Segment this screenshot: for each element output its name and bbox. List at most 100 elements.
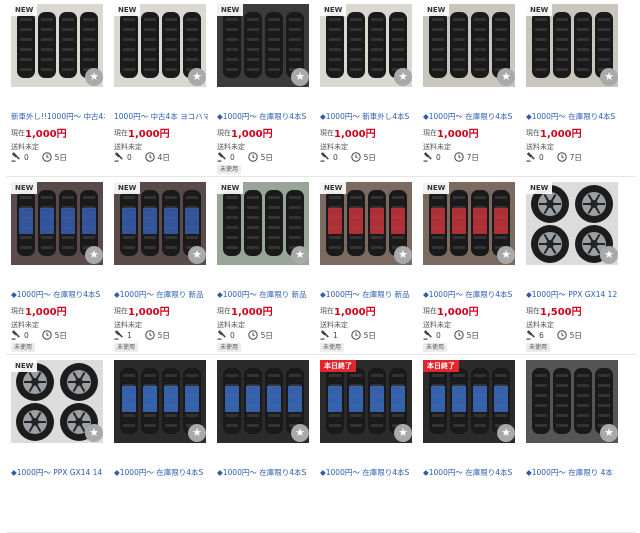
listing-card[interactable]: NEW ★ ◆1000円〜 PPX GX14 14 [6, 358, 103, 528]
listing-title[interactable]: ◆1000円〜 在庫限り4本S [217, 467, 311, 478]
listing-card[interactable]: NEW ★ ◆1000円〜 在庫限り4本S 現在 1,000円 送料未定 0 5日 未使用 [418, 180, 517, 352]
star-icon[interactable]: ★ [600, 424, 618, 442]
listing-card[interactable]: NEW ★ ◆1000円〜 在庫限り 新品 現在 1,000円 送料未定 1 5日 未使用 [109, 180, 208, 352]
star-icon[interactable]: ★ [188, 246, 206, 264]
listing-card[interactable]: NEW ★ ◆1000円〜 在庫限り4本S 現在 1,000円 送料未定 0 7日 [521, 2, 618, 172]
current-price: 1,000円 [437, 129, 479, 140]
current-price: 1,000円 [334, 307, 376, 318]
star-icon[interactable]: ★ [85, 246, 103, 264]
listing-title[interactable]: ◆1000円〜 在庫限り4本S [423, 467, 517, 478]
current-price: 1,500円 [540, 307, 582, 318]
condition-tag: 未使用 [217, 343, 242, 352]
listing-card[interactable]: NEW ★ ◆1000円〜 在庫限り4本S 現在 1,000円 送料未定 0 5日 未使用 [6, 180, 105, 352]
condition-tag: 未使用 [320, 343, 345, 352]
star-icon[interactable]: ★ [497, 68, 515, 86]
listing-meta: 0 7日 [423, 152, 479, 163]
clock-icon [453, 152, 464, 162]
listing-title[interactable]: ◆1000円〜 PPX GX14 14 [11, 467, 105, 478]
bid-count: 0 [230, 153, 235, 162]
gavel-icon [217, 152, 227, 162]
star-icon[interactable]: ★ [188, 424, 206, 442]
gavel-icon [320, 330, 330, 340]
star-icon[interactable]: ★ [291, 68, 309, 86]
star-icon[interactable]: ★ [85, 68, 103, 86]
listing-card[interactable]: 本日終了 ★ ◆1000円〜 在庫限り4本S [418, 358, 515, 528]
star-icon[interactable]: ★ [85, 424, 103, 442]
listing-card[interactable]: ★ ◆1000円〜 在庫限り 4本 [521, 358, 618, 528]
listing-meta: 0 7日 [526, 152, 582, 163]
price-label: 現在 [114, 129, 128, 137]
listing-card[interactable]: ★ ◆1000円〜 在庫限り4本S [212, 358, 309, 528]
price-label: 現在 [320, 307, 334, 315]
gavel-icon [526, 330, 536, 340]
clock-icon [350, 152, 361, 162]
gavel-icon [114, 330, 124, 340]
listing-title[interactable]: ◆1000円〜 在庫限り 新品 [320, 289, 414, 300]
star-icon[interactable]: ★ [394, 68, 412, 86]
clock-icon [41, 330, 52, 340]
listing-title[interactable]: ◆1000円〜 在庫限り4本S [423, 111, 517, 122]
listing-meta: 1 5日 [114, 330, 170, 341]
listing-row: NEW ★ ◆1000円〜 在庫限り4本S 現在 1,000円 送料未定 0 5日 未使用… [6, 178, 636, 355]
bid-count: 6 [539, 331, 544, 340]
listing-title[interactable]: ◆1000円〜 在庫限り4本S [320, 467, 414, 478]
star-icon[interactable]: ★ [188, 68, 206, 86]
price-label: 現在 [526, 129, 540, 137]
bid-count: 0 [539, 153, 544, 162]
listing-badge: NEW [320, 4, 347, 16]
listing-meta: 6 5日 [526, 330, 582, 341]
listing-title[interactable]: ◆1000円〜 新車外し4本S [320, 111, 414, 122]
listing-title[interactable]: ◆1000円〜 在庫限り4本S [423, 289, 517, 300]
time-left: 5日 [54, 331, 67, 340]
listing-title[interactable]: ◆1000円〜 在庫限り4本S [217, 111, 311, 122]
listing-card[interactable]: NEW ★ ◆1000円〜 在庫限り4本S 現在 1,000円 送料未定 0 5日 未使用 [212, 2, 311, 174]
shipping-text: 送料未定 [217, 321, 245, 329]
listing-title[interactable]: 1000円〜 中古4本 ヨコハマ [114, 111, 208, 122]
current-price: 1,000円 [540, 129, 582, 140]
listing-meta: 0 4日 [114, 152, 170, 163]
star-icon[interactable]: ★ [497, 246, 515, 264]
bid-count: 0 [127, 153, 132, 162]
shipping-text: 送料未定 [320, 143, 348, 151]
listing-card[interactable]: ★ ◆1000円〜 在庫限り4本S [109, 358, 206, 528]
listing-title[interactable]: ◆1000円〜 在庫限り4本S [114, 467, 208, 478]
price-label: 現在 [114, 307, 128, 315]
listing-card[interactable]: NEW ★ ◆1000円〜 在庫限り 新品 現在 1,000円 送料未定 0 5日 未使用 [212, 180, 311, 352]
star-icon[interactable]: ★ [291, 246, 309, 264]
listing-card[interactable]: 本日終了 ★ ◆1000円〜 在庫限り4本S [315, 358, 412, 528]
listing-title[interactable]: ◆1000円〜 在庫限り4本S [526, 111, 620, 122]
star-icon[interactable]: ★ [394, 424, 412, 442]
listing-title[interactable]: ◆1000円〜 在庫限り 新品 [114, 289, 208, 300]
bid-count: 0 [333, 153, 338, 162]
gavel-icon [423, 152, 433, 162]
listing-card[interactable]: NEW ★ ◆1000円〜 在庫限り4本S 現在 1,000円 送料未定 0 7日 [418, 2, 515, 172]
listing-title[interactable]: ◆1000円〜 在庫限り 新品 [217, 289, 311, 300]
time-left: 4日 [157, 153, 170, 162]
listing-title[interactable]: ◆1000円〜 在庫限り 4本 [526, 467, 620, 478]
listing-title[interactable]: ◆1000円〜 PPX GX14 12 [526, 289, 620, 300]
star-icon[interactable]: ★ [497, 424, 515, 442]
listing-badge: NEW [526, 182, 553, 194]
star-icon[interactable]: ★ [600, 68, 618, 86]
listing-card[interactable]: NEW ★ ◆1000円〜 在庫限り 新品 現在 1,000円 送料未定 1 5日 未使用 [315, 180, 414, 352]
listing-card[interactable]: NEW ★ 新車外し!!1000円〜 中古4本 現在 1,000円 送料未定 0 5日 [6, 2, 105, 172]
listing-card[interactable]: NEW ★ 1000円〜 中古4本 ヨコハマ 現在 1,000円 送料未定 0 4日 [109, 2, 208, 172]
price-label: 現在 [11, 129, 25, 137]
star-icon[interactable]: ★ [600, 246, 618, 264]
listing-card[interactable]: NEW ★ ◆1000円〜 PPX GX14 12 現在 1,500円 送料未定 6 5日… [521, 180, 620, 352]
star-icon[interactable]: ★ [291, 424, 309, 442]
shipping-text: 送料未定 [423, 143, 451, 151]
listing-meta: 0 5日 [217, 330, 273, 341]
shipping-text: 送料未定 [320, 321, 348, 329]
current-price: 1,000円 [231, 307, 273, 318]
price-label: 現在 [217, 129, 231, 137]
listing-card[interactable]: NEW ★ ◆1000円〜 新車外し4本S 現在 1,000円 送料未定 0 5日 [315, 2, 412, 172]
star-icon[interactable]: ★ [394, 246, 412, 264]
listing-badge: NEW [423, 4, 450, 16]
listing-title[interactable]: 新車外し!!1000円〜 中古4本 [11, 111, 105, 122]
price-label: 現在 [11, 307, 25, 315]
shipping-text: 送料未定 [217, 143, 245, 151]
price-label: 現在 [526, 307, 540, 315]
listing-title[interactable]: ◆1000円〜 在庫限り4本S [11, 289, 105, 300]
listing-meta: 0 5日 [217, 152, 273, 163]
